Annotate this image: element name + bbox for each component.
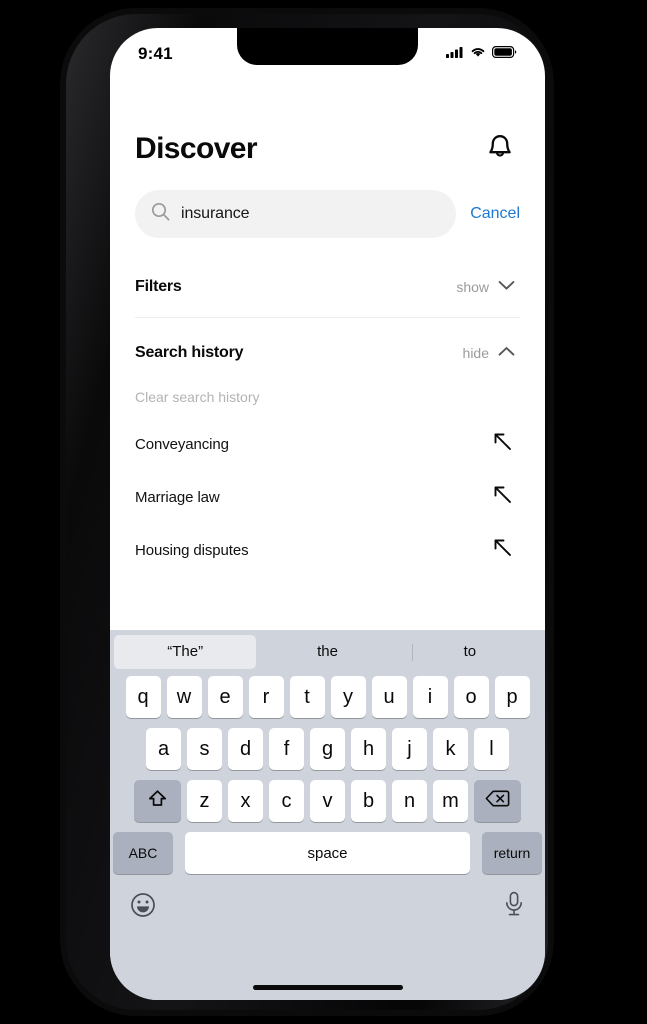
key-m[interactable]: m: [433, 780, 468, 822]
key-z[interactable]: z: [187, 780, 222, 822]
arrow-up-left-icon[interactable]: [492, 537, 514, 564]
history-item-label: Housing disputes: [135, 542, 249, 559]
key-r[interactable]: r: [248, 676, 284, 718]
key-f[interactable]: f: [269, 728, 304, 770]
search-history-toggle[interactable]: hide: [463, 344, 515, 362]
key-j[interactable]: j: [392, 728, 427, 770]
notifications-button[interactable]: [483, 132, 517, 166]
key-d[interactable]: d: [228, 728, 263, 770]
status-icons: [446, 45, 517, 63]
discover-screen-content: Discover insurance Cancel Filters show S…: [110, 82, 545, 630]
key-q[interactable]: q: [125, 676, 161, 718]
chevron-up-icon: [498, 344, 515, 362]
return-key[interactable]: return: [482, 832, 542, 874]
battery-icon: [492, 45, 517, 63]
history-item-label: Marriage law: [135, 489, 220, 506]
shift-key[interactable]: [134, 780, 181, 822]
section-divider: [135, 317, 520, 318]
list-item[interactable]: Housing disputes: [135, 537, 520, 564]
suggestion-divider: [412, 644, 413, 661]
suggestion-2[interactable]: to: [399, 635, 541, 669]
filters-title: Filters: [135, 278, 182, 295]
list-item[interactable]: Marriage law: [135, 484, 520, 511]
key-s[interactable]: s: [187, 728, 222, 770]
search-input-value: insurance: [181, 205, 250, 222]
search-history-toggle-label: hide: [462, 345, 489, 361]
emoji-icon[interactable]: [130, 892, 156, 923]
suggestion-1[interactable]: the: [256, 635, 398, 669]
history-item-label: Conveyancing: [135, 436, 229, 453]
key-o[interactable]: o: [453, 676, 489, 718]
filters-toggle[interactable]: show: [456, 278, 515, 296]
wifi-icon: [470, 45, 486, 63]
page-header: Discover: [135, 132, 520, 166]
keyboard-bottom-bar: [110, 884, 545, 928]
search-row: insurance Cancel: [135, 190, 520, 238]
page-title: Discover: [135, 132, 258, 165]
cancel-button[interactable]: Cancel: [470, 205, 520, 223]
backspace-icon: [485, 789, 510, 814]
key-u[interactable]: u: [371, 676, 407, 718]
keyboard-row-3: z x c v b n m: [110, 780, 545, 822]
search-history-section-header[interactable]: Search history hide: [135, 344, 520, 362]
screenshot-stage: 9:41 Discover insurance Cancel Filters s…: [0, 0, 647, 1024]
home-indicator[interactable]: [252, 985, 403, 990]
key-h[interactable]: h: [351, 728, 386, 770]
bell-icon: [486, 132, 514, 167]
arrow-up-left-icon[interactable]: [492, 431, 514, 458]
filters-toggle-label: show: [456, 279, 489, 295]
search-history-title: Search history: [135, 344, 244, 361]
shift-icon: [147, 788, 168, 815]
keyboard-row-2: a s d f g h j k l: [110, 728, 545, 770]
backspace-key[interactable]: [474, 780, 521, 822]
key-c[interactable]: c: [269, 780, 304, 822]
chevron-down-icon: [498, 278, 515, 296]
key-y[interactable]: y: [330, 676, 366, 718]
predictive-text-bar: “The” the to: [110, 630, 545, 674]
space-key[interactable]: space: [185, 832, 470, 874]
key-p[interactable]: p: [494, 676, 530, 718]
keyboard-row-4: ABC space return: [110, 832, 545, 874]
arrow-up-left-icon[interactable]: [492, 484, 514, 511]
keyboard-row-1: q w e r t y u i o p: [110, 676, 545, 718]
key-e[interactable]: e: [207, 676, 243, 718]
key-k[interactable]: k: [433, 728, 468, 770]
key-b[interactable]: b: [351, 780, 386, 822]
suggestion-0[interactable]: “The”: [114, 635, 257, 669]
microphone-icon[interactable]: [503, 891, 525, 923]
key-t[interactable]: t: [289, 676, 325, 718]
key-a[interactable]: a: [146, 728, 181, 770]
clear-search-history-button[interactable]: Clear search history: [135, 389, 520, 405]
key-g[interactable]: g: [310, 728, 345, 770]
key-n[interactable]: n: [392, 780, 427, 822]
virtual-keyboard: “The” the to q w e r t y u i o p a s d f…: [110, 630, 545, 1000]
search-input[interactable]: insurance: [135, 190, 457, 238]
status-time: 9:41: [138, 44, 173, 63]
cellular-signal-icon: [446, 45, 464, 63]
search-icon: [151, 202, 170, 226]
key-w[interactable]: w: [166, 676, 202, 718]
list-item[interactable]: Conveyancing: [135, 431, 520, 458]
status-bar: 9:41: [110, 28, 545, 82]
phone-screen: 9:41 Discover insurance Cancel Filters s…: [110, 28, 545, 1000]
filters-section-header[interactable]: Filters show: [135, 278, 520, 296]
key-x[interactable]: x: [228, 780, 263, 822]
abc-key[interactable]: ABC: [113, 832, 173, 874]
key-v[interactable]: v: [310, 780, 345, 822]
key-l[interactable]: l: [474, 728, 509, 770]
key-i[interactable]: i: [412, 676, 448, 718]
